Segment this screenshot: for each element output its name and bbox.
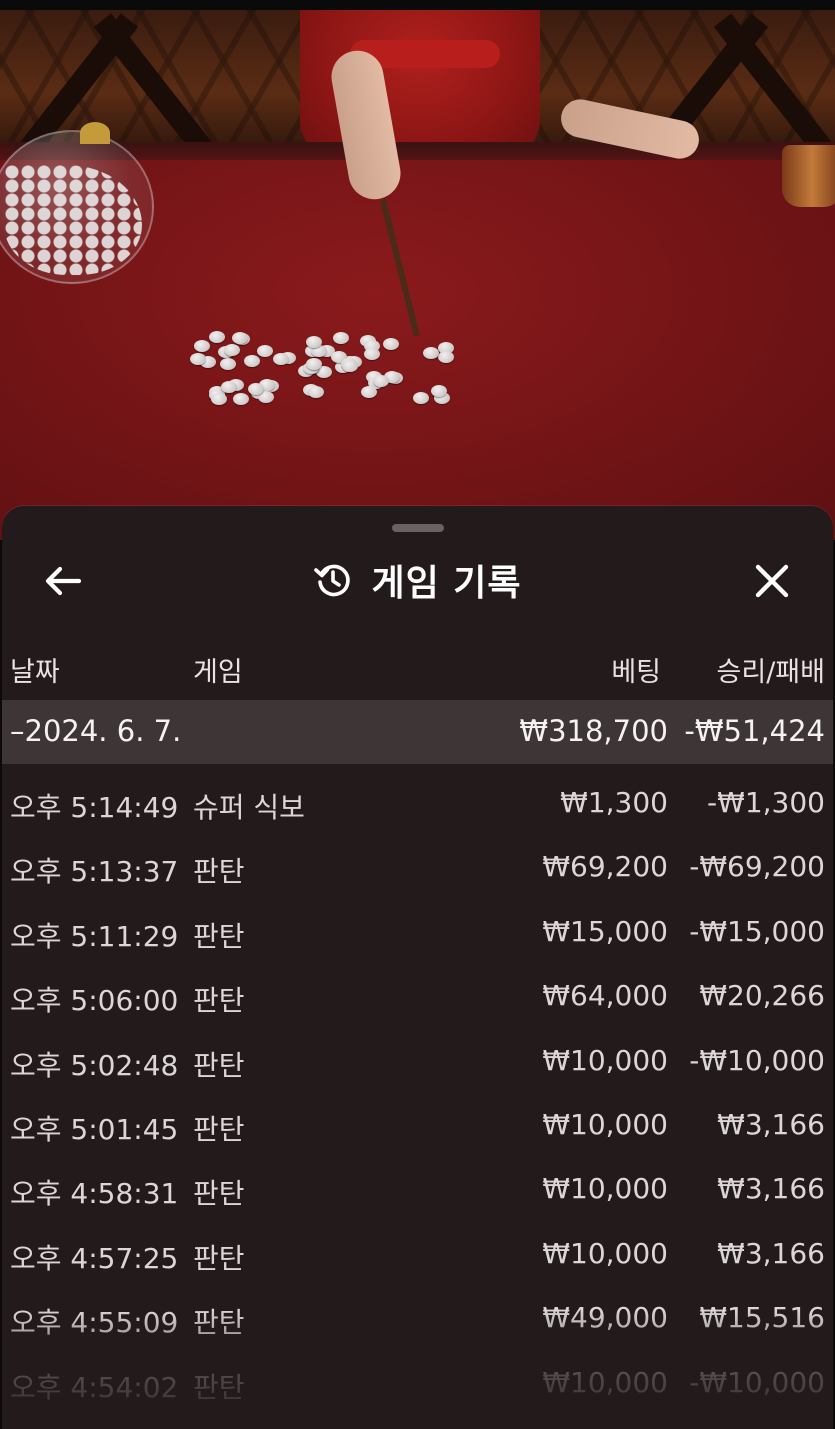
close-icon (755, 564, 789, 598)
history-row[interactable]: 오후 5:14:49 슈퍼 식보 ₩1,300 -₩1,300 (2, 766, 833, 830)
row-bet: ₩10,000 (542, 1107, 668, 1141)
dome-handle (80, 122, 110, 144)
history-row[interactable]: 오후 5:01:45 판탄 ₩10,000 ₩3,166 (2, 1088, 833, 1152)
day-group-bet-total: ₩318,700 (519, 714, 668, 748)
row-time: 오후 5:01:45 (10, 1112, 179, 1146)
table-bead (341, 360, 358, 373)
row-bet: ₩10,000 (542, 1365, 668, 1399)
row-game: 판탄 (193, 1306, 245, 1340)
row-time: 오후 5:11:29 (10, 919, 179, 953)
column-header-date: 날짜 (10, 657, 60, 688)
row-result: ₩3,166 (717, 1172, 825, 1206)
row-time: 오후 4:55:09 (10, 1306, 179, 1340)
column-header-game: 게임 (193, 657, 243, 688)
row-game: 판탄 (193, 1177, 245, 1211)
game-history-sheet: 게임 기록 날짜 게임 베팅 승리/패배 –2024. 6. 7. ₩318,7… (2, 506, 833, 1429)
row-game: 판탄 (193, 1241, 245, 1275)
row-result: ₩20,266 (699, 979, 825, 1013)
row-result: ₩3,166 (717, 1107, 825, 1141)
row-time: 오후 5:13:37 (10, 855, 179, 889)
day-group-result-total: -₩51,424 (684, 714, 825, 748)
history-row[interactable]: 오후 4:54:02 판탄 ₩10,000 -₩10,000 (2, 1346, 833, 1410)
row-time: 오후 5:02:48 (10, 1048, 179, 1082)
table-bead (189, 353, 206, 366)
row-bet: ₩69,200 (542, 850, 668, 884)
row-bet: ₩49,000 (542, 1301, 668, 1335)
row-bet: ₩10,000 (542, 1172, 668, 1206)
table-bead (307, 385, 324, 398)
close-button[interactable] (747, 556, 797, 606)
history-row[interactable]: 오후 5:11:29 판탄 ₩15,000 -₩15,000 (2, 895, 833, 959)
sheet-header: 게임 기록 (2, 550, 833, 610)
history-list: 오후 5:14:49 슈퍼 식보 ₩1,300 -₩1,300 오후 5:13:… (2, 766, 833, 1410)
history-row[interactable]: 오후 5:13:37 판탄 ₩69,200 -₩69,200 (2, 830, 833, 894)
row-bet: ₩10,000 (542, 1236, 668, 1270)
day-group-header[interactable]: –2024. 6. 7. ₩318,700 -₩51,424 (2, 700, 833, 764)
table-bead (430, 385, 447, 398)
row-result: -₩10,000 (689, 1043, 825, 1077)
row-time: 오후 4:54:02 (10, 1370, 179, 1404)
row-time: 오후 4:57:25 (10, 1241, 179, 1275)
row-game: 판탄 (193, 1112, 245, 1146)
table-bead (373, 374, 390, 387)
row-result: ₩15,516 (699, 1301, 825, 1335)
table-bead (220, 380, 237, 393)
live-video-feed (0, 0, 835, 540)
row-result: ₩3,166 (717, 1236, 825, 1270)
brass-cup (782, 145, 835, 207)
row-bet: ₩10,000 (542, 1043, 668, 1077)
row-result: -₩15,000 (689, 914, 825, 948)
row-result: -₩10,000 (689, 1365, 825, 1399)
column-header-bet: 베팅 (611, 657, 661, 688)
row-result: -₩69,200 (689, 850, 825, 884)
row-game: 판탄 (193, 855, 245, 889)
status-bar (0, 0, 835, 10)
history-row[interactable]: 오후 4:57:25 판탄 ₩10,000 ₩3,166 (2, 1217, 833, 1281)
row-time: 오후 5:06:00 (10, 984, 179, 1018)
table-bead (438, 350, 455, 363)
day-group-date: –2024. 6. 7. (10, 714, 182, 748)
table-bead (272, 352, 289, 365)
table-bead (412, 391, 429, 404)
row-game: 판탄 (193, 919, 245, 953)
history-row[interactable]: 오후 5:06:00 판탄 ₩64,000 ₩20,266 (2, 959, 833, 1023)
history-row[interactable]: 오후 5:02:48 판탄 ₩10,000 -₩10,000 (2, 1024, 833, 1088)
row-bet: ₩1,300 (560, 786, 668, 819)
table-bead (232, 393, 249, 406)
table-bead (333, 331, 350, 344)
row-game: 판탄 (193, 984, 245, 1018)
row-time: 오후 4:58:31 (10, 1177, 179, 1211)
table-bead (223, 344, 240, 357)
table-bead (364, 347, 381, 360)
table-bead (422, 346, 439, 359)
row-game: 판탄 (193, 1370, 245, 1404)
history-row[interactable]: 오후 4:58:31 판탄 ₩10,000 ₩3,166 (2, 1152, 833, 1216)
table-bead (305, 335, 322, 348)
page-title: 게임 기록 (371, 563, 522, 604)
row-bet: ₩64,000 (542, 979, 668, 1013)
sheet-grabber[interactable] (392, 524, 444, 532)
row-bet: ₩15,000 (542, 914, 668, 948)
history-icon (314, 564, 351, 597)
row-result: -₩1,300 (707, 786, 825, 819)
row-game: 슈퍼 식보 (193, 791, 305, 824)
column-header-row: 날짜 게임 베팅 승리/패배 (2, 636, 833, 698)
history-row[interactable]: 오후 4:55:09 판탄 ₩49,000 ₩15,516 (2, 1281, 833, 1345)
column-header-result: 승리/패배 (716, 657, 825, 688)
table-bead (361, 385, 377, 398)
row-game: 판탄 (193, 1048, 245, 1082)
row-time: 오후 5:14:49 (10, 791, 179, 824)
